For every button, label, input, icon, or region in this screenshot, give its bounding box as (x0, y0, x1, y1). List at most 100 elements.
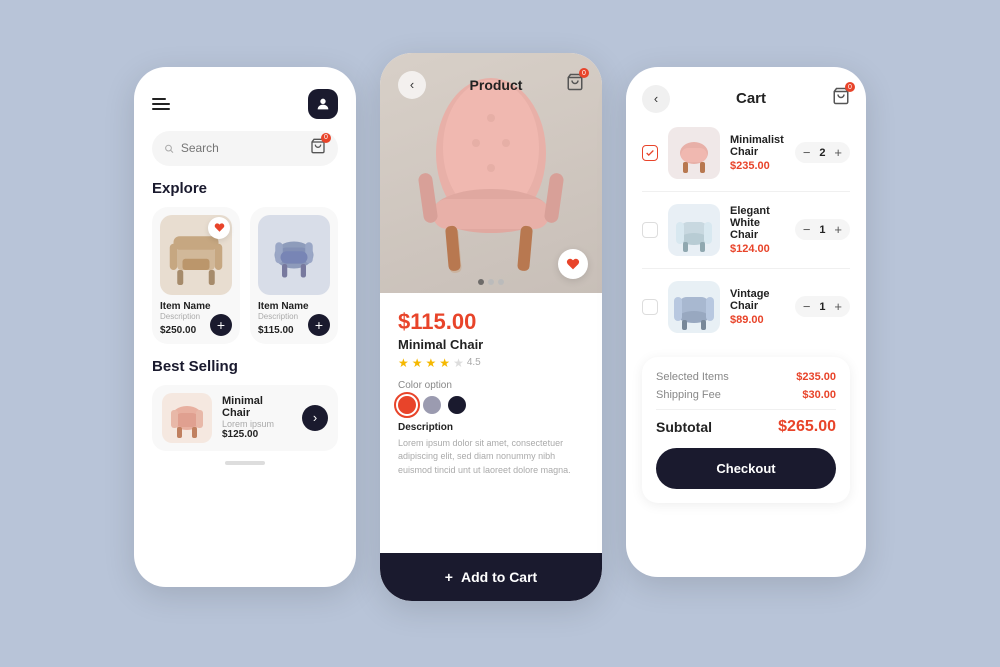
bottom-indicator (225, 461, 265, 465)
cart-item-2-info: Elegant White Chair $124.00 (730, 205, 785, 255)
card-1-name: Item Name (160, 301, 232, 312)
best-selling-arrow[interactable]: › (302, 405, 328, 431)
color-dark[interactable] (448, 396, 466, 414)
desc-text: Lorem ipsum dolor sit amet, consectetuer… (398, 437, 584, 478)
bottom-bar (152, 461, 338, 465)
heart-icon-product (566, 257, 580, 271)
add-to-cart-label: Add to Cart (461, 569, 537, 585)
summary-divider (656, 409, 836, 410)
best-selling-row: Minimal Chair Lorem ipsum $125.00 › (152, 385, 338, 451)
shipping-val: $30.00 (802, 389, 836, 401)
cart-item-2: Elegant White Chair $124.00 − 1 + (642, 204, 850, 269)
profile-button[interactable] (308, 89, 338, 119)
cart-check-2[interactable] (642, 222, 658, 238)
cart-title: Cart (670, 90, 832, 107)
product-price: $115.00 (398, 309, 584, 335)
cart-item-3-img (668, 281, 720, 333)
product-rating: ★ ★ ★ ★ ★ 4.5 (398, 356, 584, 370)
phone-cart: ‹ Cart 0 Minimalist Chair (626, 67, 866, 577)
qty-minus-2[interactable]: − (803, 223, 811, 236)
phone1-header (152, 89, 338, 119)
product-image-area: ‹ Product 0 (380, 53, 602, 293)
qty-plus-2[interactable]: + (834, 223, 842, 236)
qty-control-1: − 2 + (795, 142, 850, 163)
cart-header: ‹ Cart 0 (642, 85, 850, 113)
cart-item-3: Vintage Chair $89.00 − 1 + (642, 281, 850, 345)
cart-check-3[interactable] (642, 299, 658, 315)
color-red[interactable] (398, 396, 416, 414)
best-chair-svg (162, 393, 212, 443)
product-header: ‹ Product 0 (380, 71, 602, 99)
star-3: ★ (426, 356, 437, 370)
cart-icon-wrap[interactable]: 0 (310, 138, 326, 159)
qty-val-3: 1 (816, 301, 828, 313)
phone-explore: 0 Explore (134, 67, 356, 587)
color-gray[interactable] (423, 396, 441, 414)
cart-chair-3-svg (668, 281, 720, 333)
explore-card-2-img (258, 215, 330, 295)
add-button-1[interactable]: + (210, 314, 232, 336)
cart-back-button[interactable]: ‹ (642, 85, 670, 113)
qty-val-2: 1 (816, 224, 828, 236)
product-body: $115.00 Minimal Chair ★ ★ ★ ★ ★ 4.5 Colo… (380, 293, 602, 478)
best-selling-img (162, 393, 212, 443)
explore-title: Explore (152, 180, 338, 197)
product-title: Product (470, 77, 523, 93)
cart-item-2-price: $124.00 (730, 243, 785, 255)
qty-minus-1[interactable]: − (803, 146, 811, 159)
color-section: Color option (398, 380, 584, 414)
qty-control-3: − 1 + (795, 296, 850, 317)
product-name: Minimal Chair (398, 337, 584, 352)
star-4: ★ (439, 356, 450, 370)
cart-item-3-price: $89.00 (730, 314, 785, 326)
plus-icon: + (445, 569, 453, 585)
rating-count: 4.5 (467, 357, 481, 368)
star-2: ★ (412, 356, 423, 370)
cart-item-2-name: Elegant White Chair (730, 205, 785, 241)
card-2-name: Item Name (258, 301, 330, 312)
qty-val-1: 2 (816, 147, 828, 159)
star-1: ★ (398, 356, 409, 370)
qty-plus-1[interactable]: + (834, 146, 842, 159)
cart-check-1[interactable] (642, 145, 658, 161)
search-icon (164, 142, 174, 155)
favorite-button-1[interactable] (208, 217, 230, 239)
cart-badge-3: 0 (845, 82, 855, 92)
subtotal-label: Subtotal (656, 419, 712, 435)
cart-item-1-img (668, 127, 720, 179)
back-button[interactable]: ‹ (398, 71, 426, 99)
search-input[interactable] (181, 141, 303, 155)
selected-items-val: $235.00 (796, 371, 836, 383)
cart-chair-2-svg (668, 204, 720, 256)
product-cart-icon[interactable]: 0 (566, 73, 584, 96)
heart-icon-1 (214, 222, 225, 233)
selected-items-label: Selected Items (656, 371, 729, 383)
best-selling-sub: Lorem ipsum (222, 419, 292, 429)
qty-minus-3[interactable]: − (803, 300, 811, 313)
best-selling-price: $125.00 (222, 429, 292, 440)
subtotal-val: $265.00 (778, 418, 836, 436)
cart-chair-1-svg (668, 127, 720, 179)
cart-item-3-info: Vintage Chair $89.00 (730, 288, 785, 326)
cart-header-icon[interactable]: 0 (832, 87, 850, 110)
desc-label: Description (398, 422, 584, 433)
image-dots (478, 279, 504, 285)
subtotal-row: Subtotal $265.00 (656, 418, 836, 436)
cart-item-1-name: Minimalist Chair (730, 134, 785, 158)
add-button-2[interactable]: + (308, 314, 330, 336)
cart-item-1-price: $235.00 (730, 160, 785, 172)
star-5: ★ (453, 356, 464, 370)
description-section: Description Lorem ipsum dolor sit amet, … (398, 422, 584, 478)
qty-plus-3[interactable]: + (834, 300, 842, 313)
best-selling-name: Minimal Chair (222, 395, 292, 419)
product-favorite-button[interactable] (558, 249, 588, 279)
color-label: Color option (398, 380, 584, 391)
menu-icon[interactable] (152, 98, 170, 110)
cart-item-2-img (668, 204, 720, 256)
search-bar: 0 (152, 131, 338, 166)
add-to-cart-button[interactable]: + Add to Cart (380, 553, 602, 601)
cart-summary: Selected Items $235.00 Shipping Fee $30.… (642, 357, 850, 503)
cart-badge-2: 0 (579, 68, 589, 78)
checkout-button[interactable]: Checkout (656, 448, 836, 489)
cart-badge: 0 (321, 133, 331, 143)
